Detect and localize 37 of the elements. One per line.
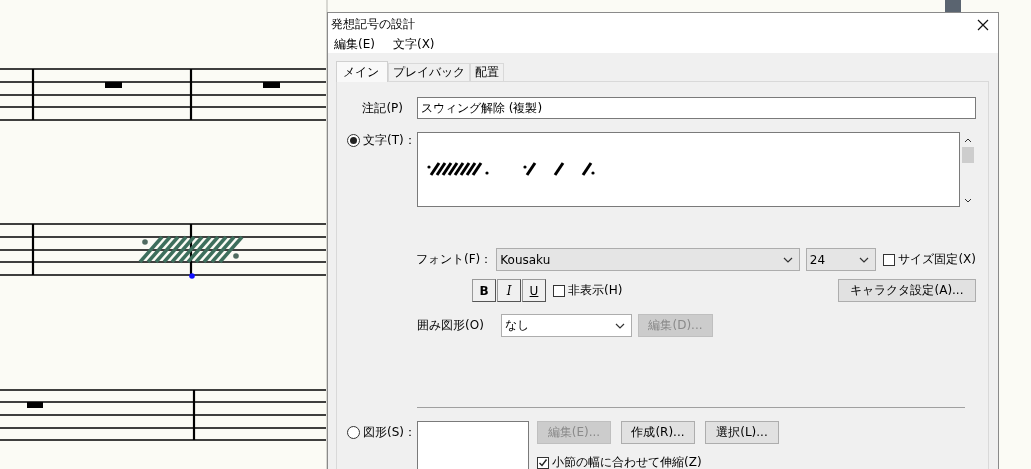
menu-item[interactable]: 編集(E) — [334, 36, 375, 53]
radio-label: 文字(T)： — [363, 132, 416, 149]
style-button[interactable]: B — [472, 279, 496, 302]
caret-icon — [859, 256, 870, 263]
field-label: フォント(F)： — [416, 251, 493, 268]
checkbox[interactable] — [537, 456, 549, 469]
checkbox[interactable] — [883, 253, 896, 266]
checkbox[interactable] — [553, 284, 565, 297]
field-label: 囲み図形(O) — [417, 317, 485, 334]
font-dropdown[interactable]: Kousaku — [496, 248, 800, 271]
menu-item[interactable]: 文字(X) — [392, 36, 435, 53]
tab[interactable]: メイン — [336, 61, 388, 82]
tab[interactable]: プレイバック — [388, 63, 470, 81]
radio-button[interactable] — [347, 426, 360, 439]
field-label: 注記(P) — [361, 99, 403, 117]
checkbox-label: 非表示(H) — [568, 282, 623, 299]
radio-label: 図形(S)： — [363, 424, 416, 441]
size-dropdown[interactable]: 24 — [805, 248, 877, 271]
scroll-down-icon — [964, 198, 972, 203]
caret-icon — [782, 256, 793, 263]
tab[interactable]: 配置 — [470, 63, 504, 81]
scroll-up-icon — [964, 138, 972, 143]
window-title: 発想記号の設計 — [331, 16, 415, 33]
scroll-thumb[interactable] — [962, 147, 974, 163]
style-button[interactable]: I — [497, 279, 521, 302]
text-field[interactable] — [416, 132, 961, 207]
radio-button[interactable] — [347, 134, 360, 147]
annotation-field[interactable]: スウィング解除 (複製) — [417, 97, 976, 119]
character-settings-button[interactable]: キャラクタ設定(A)... — [838, 279, 976, 302]
caret-icon — [615, 322, 625, 329]
style-button[interactable]: U — [522, 279, 546, 302]
checkbox-label: サイズ固定(X) — [898, 251, 976, 268]
enclosure-dropdown[interactable]: なし — [501, 314, 632, 337]
shape-button[interactable]: 作成(R)... — [621, 421, 695, 444]
checkbox-label: 小節の幅に合わせて伸縮(Z) — [552, 454, 702, 469]
close-icon — [977, 18, 989, 31]
shape-button[interactable]: 選択(L)... — [705, 421, 779, 444]
